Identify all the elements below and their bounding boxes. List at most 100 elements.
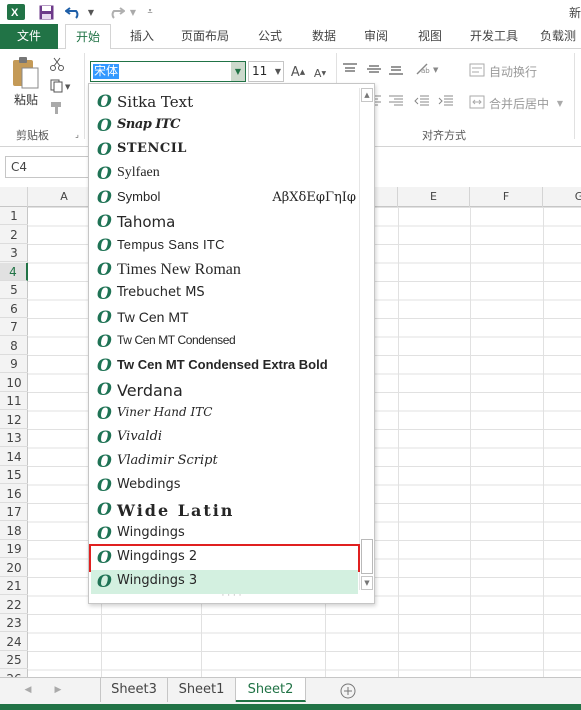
chevron-down-icon[interactable]: ▼ (231, 62, 245, 81)
name-box[interactable]: C4 (5, 156, 90, 178)
chevron-down-icon[interactable]: ▼ (275, 62, 281, 81)
tab-page-layout[interactable]: 页面布局 (172, 24, 238, 49)
redo-icon[interactable] (106, 3, 126, 21)
tab-review[interactable]: 审阅 (356, 24, 396, 49)
redo-dropdown-icon[interactable]: ▼ (128, 3, 138, 21)
scroll-down-icon[interactable]: ▼ (361, 576, 373, 590)
font-option[interactable]: O Times New Roman (91, 258, 358, 282)
scroll-right-icon[interactable]: ▶ (52, 684, 64, 696)
font-name-value[interactable]: 宋体 (93, 64, 120, 79)
font-option[interactable]: O Wingdings 2 (89, 544, 360, 572)
font-option[interactable]: O Wingdings 3 (91, 570, 358, 594)
font-option[interactable]: O Sitka Text (91, 90, 358, 114)
row-header[interactable]: 8 (0, 337, 28, 355)
scroll-left-icon[interactable]: ◀ (22, 684, 34, 696)
row-header[interactable]: 12 (0, 411, 28, 429)
row-header[interactable]: 9 (0, 355, 28, 373)
column-header-e[interactable]: E (398, 187, 470, 207)
wrap-text-button[interactable]: 自动换行 (489, 63, 537, 80)
row-header[interactable]: 14 (0, 448, 28, 466)
sheet-tab-sheet2[interactable]: Sheet2 (236, 678, 306, 702)
font-option[interactable]: O Wide Latin (91, 498, 358, 522)
column-header-g[interactable]: G (543, 187, 581, 207)
font-dropdown-list[interactable]: ▲ ▼ · · · · O Sitka Text O Snap ITC O STENCIL… (88, 83, 375, 604)
orientation-icon[interactable]: ab ▼ (414, 61, 444, 77)
add-sheet-icon[interactable] (339, 682, 357, 700)
cut-icon[interactable] (48, 55, 66, 73)
font-option[interactable]: O Vivaldi (91, 426, 358, 450)
row-header[interactable]: 5 (0, 281, 28, 299)
row-header[interactable]: 22 (0, 596, 28, 614)
font-option[interactable]: O Wingdings (91, 522, 358, 546)
row-header[interactable]: 25 (0, 651, 28, 669)
sheet-tab-sheet1[interactable]: Sheet1 (168, 678, 236, 702)
font-option[interactable]: O Tw Cen MT Condensed (91, 330, 358, 354)
row-header[interactable]: 1 (0, 207, 28, 225)
row-header[interactable]: 17 (0, 503, 28, 521)
paste-button[interactable]: 粘贴 (10, 91, 42, 107)
font-option[interactable]: O STENCIL (91, 138, 358, 162)
row-header[interactable]: 10 (0, 374, 28, 392)
tab-view[interactable]: 视图 (410, 24, 450, 49)
paste-icon[interactable] (8, 55, 42, 91)
select-all-corner[interactable] (0, 187, 28, 207)
tab-insert[interactable]: 插入 (122, 24, 162, 49)
decrease-indent-icon[interactable] (412, 93, 432, 109)
row-header[interactable]: 16 (0, 485, 28, 503)
row-header[interactable]: 26 (0, 670, 28, 678)
font-option[interactable]: O Viner Hand ITC (91, 402, 358, 426)
row-header[interactable]: 6 (0, 300, 28, 318)
save-icon[interactable] (36, 3, 56, 21)
align-bottom-icon[interactable] (386, 61, 406, 77)
row-header[interactable]: 3 (0, 244, 28, 262)
dropdown-scrollbar[interactable]: ▲ ▼ (359, 88, 373, 590)
row-header[interactable]: 11 (0, 392, 28, 410)
decrease-font-icon[interactable]: A ▼ (312, 65, 328, 81)
row-header[interactable]: 23 (0, 614, 28, 632)
font-option[interactable]: O Webdings (91, 474, 358, 498)
tab-developer[interactable]: 开发工具 (462, 24, 526, 49)
font-option[interactable]: O Vladimir Script (91, 450, 358, 474)
row-header[interactable]: 20 (0, 559, 28, 577)
font-option[interactable]: O Tw Cen MT Condensed Extra Bold (91, 354, 358, 378)
format-painter-icon[interactable] (48, 99, 66, 117)
align-right-icon[interactable] (386, 93, 406, 109)
merge-center-icon[interactable] (468, 94, 486, 110)
customize-icon[interactable]: ⩡ (144, 3, 156, 21)
font-option[interactable]: O Symbol ΑβΧδΕφΓηΙφ (91, 186, 358, 210)
row-header[interactable]: 15 (0, 466, 28, 484)
tab-load-test[interactable]: 负载测 (540, 24, 581, 49)
wrap-text-icon[interactable] (468, 62, 486, 78)
font-size-combo[interactable]: 11 ▼ (248, 61, 284, 82)
align-top-icon[interactable] (340, 61, 360, 77)
font-option[interactable]: O Snap ITC (91, 114, 358, 138)
font-option[interactable]: O Sylfaen (91, 162, 358, 186)
font-option[interactable]: O Tahoma (91, 210, 358, 234)
column-header-f[interactable]: F (470, 187, 543, 207)
font-option[interactable]: O Tempus Sans ITC (91, 234, 358, 258)
row-header[interactable]: 13 (0, 429, 28, 447)
row-header[interactable]: 24 (0, 633, 28, 651)
row-header[interactable]: 7 (0, 318, 28, 336)
scroll-up-icon[interactable]: ▲ (361, 88, 373, 102)
font-option[interactable]: O Trebuchet MS (91, 282, 358, 306)
tab-file[interactable]: 文件 (0, 24, 58, 49)
undo-dropdown-icon[interactable]: ▼ (86, 3, 96, 21)
font-name-combo[interactable]: 宋体 ▼ (90, 61, 246, 82)
undo-icon[interactable] (64, 3, 84, 21)
row-header[interactable]: 19 (0, 540, 28, 558)
merge-center-button[interactable]: 合并后居中 (489, 95, 549, 112)
tab-home[interactable]: 开始 (65, 24, 111, 50)
increase-indent-icon[interactable] (436, 93, 456, 109)
row-header[interactable]: 4 (0, 262, 28, 281)
row-header[interactable]: 21 (0, 577, 28, 595)
increase-font-icon[interactable]: A ▲ (290, 63, 306, 81)
font-size-value[interactable]: 11 (252, 64, 267, 78)
row-header[interactable]: 18 (0, 522, 28, 540)
copy-icon[interactable]: ▼ (48, 77, 76, 95)
row-header[interactable]: 2 (0, 226, 28, 244)
scrollbar-thumb[interactable] (361, 539, 373, 574)
clipboard-launcher-icon[interactable]: ⌟ (72, 129, 82, 139)
font-option[interactable]: O Verdana (91, 378, 358, 402)
tab-data[interactable]: 数据 (304, 24, 344, 49)
